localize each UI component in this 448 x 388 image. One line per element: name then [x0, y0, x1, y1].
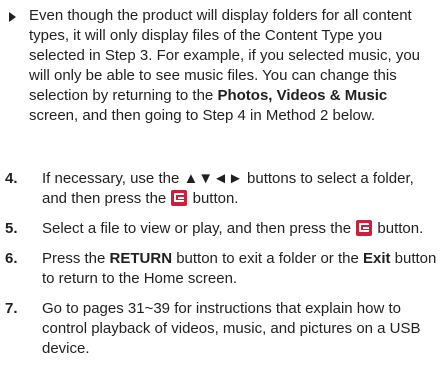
step-5-text-after: button. [373, 220, 424, 237]
step-text: If necessary, use the ▲▼◄► buttons to se… [42, 169, 442, 209]
step-text: Go to pages 31~39 for instructions that … [42, 300, 421, 357]
enter-button-icon [171, 190, 188, 206]
enter-button-icon [356, 220, 373, 236]
step-number: 6. [5, 250, 18, 267]
step-number: 7. [5, 300, 18, 317]
note-bullet: Even though the product will display fol… [0, 6, 440, 126]
note-text: Even though the product will display fol… [29, 6, 440, 126]
step-6: 6. Press the RETURN button to exit a fol… [0, 249, 440, 289]
step-number: 4. [5, 170, 18, 187]
step-7: 7. Go to pages 31~39 for instructions th… [0, 299, 440, 359]
step-5-text-before: Select a file to view or play, and then … [42, 220, 356, 237]
step-5: 5. Select a file to view or play, and th… [0, 219, 440, 239]
step-number: 5. [5, 220, 18, 237]
exit-button-label: Exit [362, 250, 391, 267]
return-button-label: RETURN [109, 250, 173, 267]
step-text: Press the RETURN button to exit a folder… [42, 249, 442, 289]
step-6-text-b: button to exit a folder or the [172, 250, 363, 267]
step-text: Select a file to view or play, and then … [42, 219, 442, 239]
triangle-bullet-icon [9, 12, 16, 22]
note-text-part2: screen, and then going to Step 4 in Meth… [29, 107, 376, 124]
step-4-text-after: button. [188, 190, 239, 207]
step-6-text-a: Press the [42, 250, 110, 267]
note-bold-screen-name: Photos, Videos & Music [217, 87, 388, 104]
steps-list: 4. If necessary, use the ▲▼◄► buttons to… [0, 169, 440, 369]
manual-page: Even though the product will display fol… [0, 0, 448, 388]
step-4: 4. If necessary, use the ▲▼◄► buttons to… [0, 169, 440, 209]
